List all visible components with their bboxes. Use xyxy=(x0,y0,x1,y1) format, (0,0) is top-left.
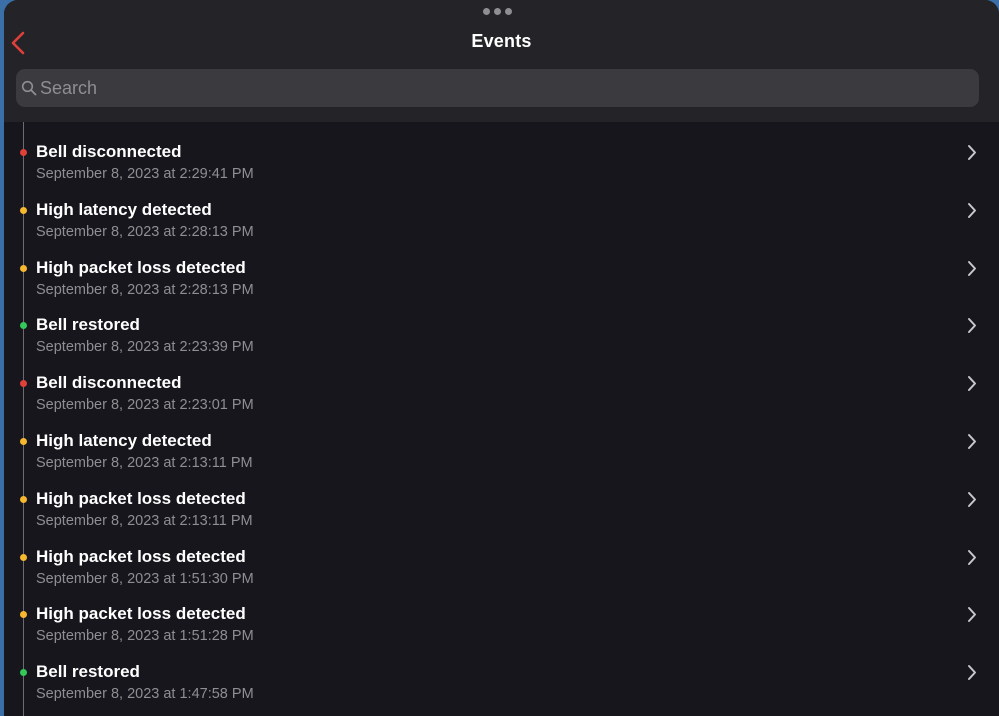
chevron-right-icon xyxy=(968,434,976,449)
search-bar[interactable] xyxy=(16,69,979,107)
event-title: Bell restored xyxy=(36,315,140,335)
event-row[interactable]: Bell restored September 8, 2023 at 2:23:3… xyxy=(4,303,999,361)
event-title: High packet loss detected xyxy=(36,546,246,566)
event-timestamp: September 8, 2023 at 2:23:39 PM xyxy=(36,339,254,356)
chevron-right-icon xyxy=(968,318,976,334)
chevron-right-icon xyxy=(968,260,976,276)
status-dot-warning xyxy=(20,553,27,561)
event-timestamp: September 8, 2023 at 2:29:41 PM xyxy=(36,166,254,182)
event-row[interactable]: High latency detected September 8, 2023 a… xyxy=(4,419,999,477)
status-dot-warning xyxy=(20,495,27,503)
status-dot-disconnected xyxy=(20,380,27,388)
event-title: Bell restored xyxy=(36,662,140,682)
page-title: Events xyxy=(471,31,532,51)
search-icon xyxy=(21,80,37,96)
event-row[interactable]: High latency detected September 8, 2023 a… xyxy=(4,188,999,246)
event-timestamp: September 8, 2023 at 2:13:11 PM xyxy=(36,455,253,471)
event-title: Bell disconnected xyxy=(36,142,182,161)
status-dot-restored xyxy=(20,322,27,330)
status-dot-warning xyxy=(20,206,27,214)
header: Events xyxy=(4,0,999,122)
event-timestamp: September 8, 2023 at 1:51:28 PM xyxy=(36,628,254,645)
status-dot-warning xyxy=(20,611,27,619)
event-timestamp: September 8, 2023 at 2:28:13 PM xyxy=(36,223,254,240)
event-timestamp: September 8, 2023 at 2:13:11 PM xyxy=(36,512,253,529)
event-title: High packet loss detected xyxy=(36,604,246,624)
event-row[interactable]: High packet loss detected September 8, 20… xyxy=(4,535,999,593)
status-dot-warning xyxy=(20,264,27,272)
status-dot-disconnected xyxy=(20,149,27,156)
event-timestamp: September 8, 2023 at 2:23:01 PM xyxy=(36,397,254,414)
chevron-right-icon xyxy=(968,491,976,507)
status-dot-warning xyxy=(20,438,27,445)
chevron-right-icon xyxy=(968,665,976,681)
events-window: Bell disconnected September 8, 2023 at 2:… xyxy=(4,0,999,716)
chevron-right-icon xyxy=(968,607,976,623)
event-title: High packet loss detected xyxy=(36,257,246,277)
event-title: High packet loss detected xyxy=(36,488,246,508)
status-dot-restored xyxy=(20,669,27,677)
chevron-right-icon xyxy=(968,549,976,565)
event-timestamp: September 8, 2023 at 2:28:13 PM xyxy=(36,281,254,298)
chevron-right-icon xyxy=(968,202,976,218)
event-timestamp: September 8, 2023 at 1:47:58 PM xyxy=(36,686,254,703)
more-dots-icon[interactable] xyxy=(483,8,512,15)
event-row[interactable]: High packet loss detected September 8, 20… xyxy=(4,246,999,304)
event-row[interactable]: Bell disconnected September 8, 2023 at 2:… xyxy=(4,130,999,188)
event-title: Bell disconnected xyxy=(36,373,182,393)
event-timestamp: September 8, 2023 at 1:51:30 PM xyxy=(36,570,254,587)
event-row[interactable]: Bell disconnected September 8, 2023 at 2:… xyxy=(4,361,999,419)
event-row[interactable]: Bell restored September 8, 2023 at 1:47:5… xyxy=(4,650,999,708)
search-input[interactable] xyxy=(40,77,979,99)
event-title: High latency detected xyxy=(36,199,212,219)
event-title: High latency detected xyxy=(36,431,212,450)
event-row[interactable]: High packet loss detected September 8, 20… xyxy=(4,592,999,650)
chevron-right-icon xyxy=(968,376,976,392)
event-row[interactable]: High packet loss detected September 8, 20… xyxy=(4,477,999,535)
chevron-right-icon xyxy=(968,145,976,160)
